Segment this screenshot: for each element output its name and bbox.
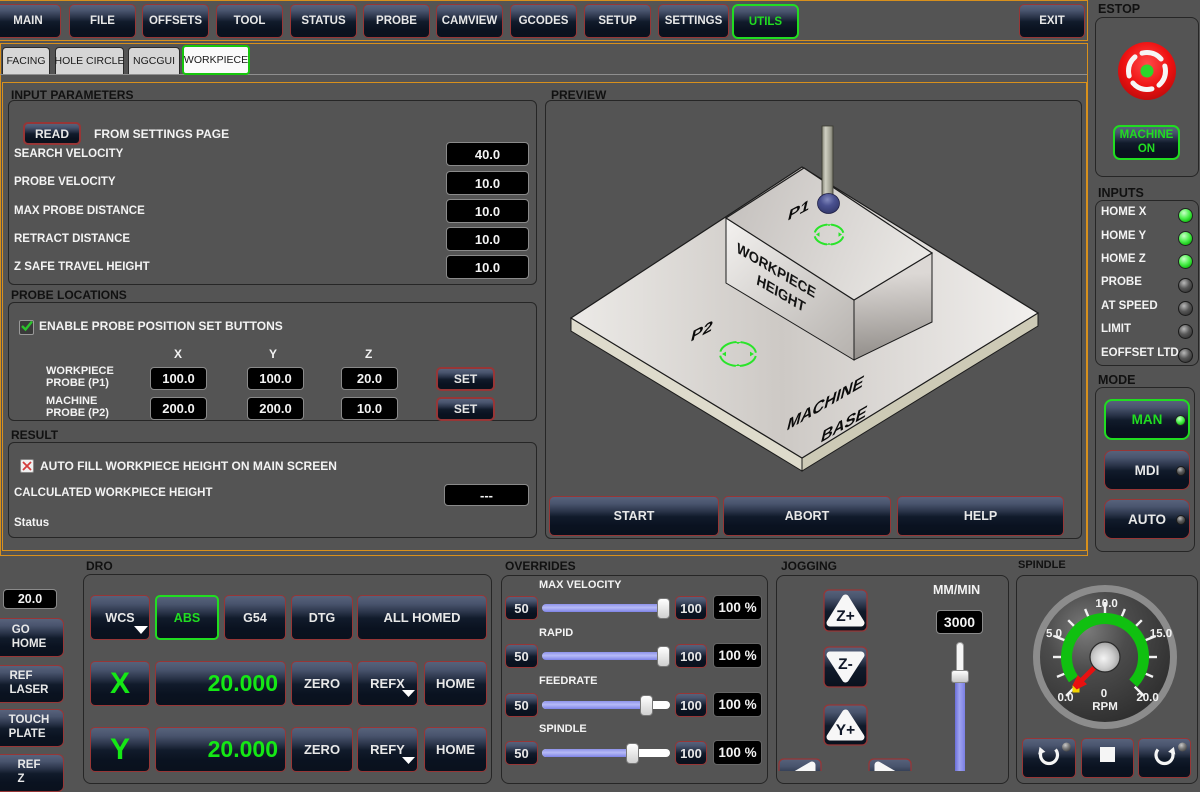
svg-text:Z-: Z- (838, 656, 853, 673)
svg-text:Z+: Z+ (836, 608, 855, 625)
svg-text:Y+: Y+ (836, 722, 855, 739)
svg-text:20.0: 20.0 (1136, 692, 1158, 704)
svg-text:0: 0 (1101, 688, 1107, 700)
svg-text:5.0: 5.0 (1046, 628, 1062, 640)
svg-text:0.0: 0.0 (1058, 692, 1074, 704)
svg-text:10.0: 10.0 (1095, 598, 1117, 610)
svg-text:15.0: 15.0 (1150, 628, 1172, 640)
svg-text:RPM: RPM (1092, 701, 1118, 713)
